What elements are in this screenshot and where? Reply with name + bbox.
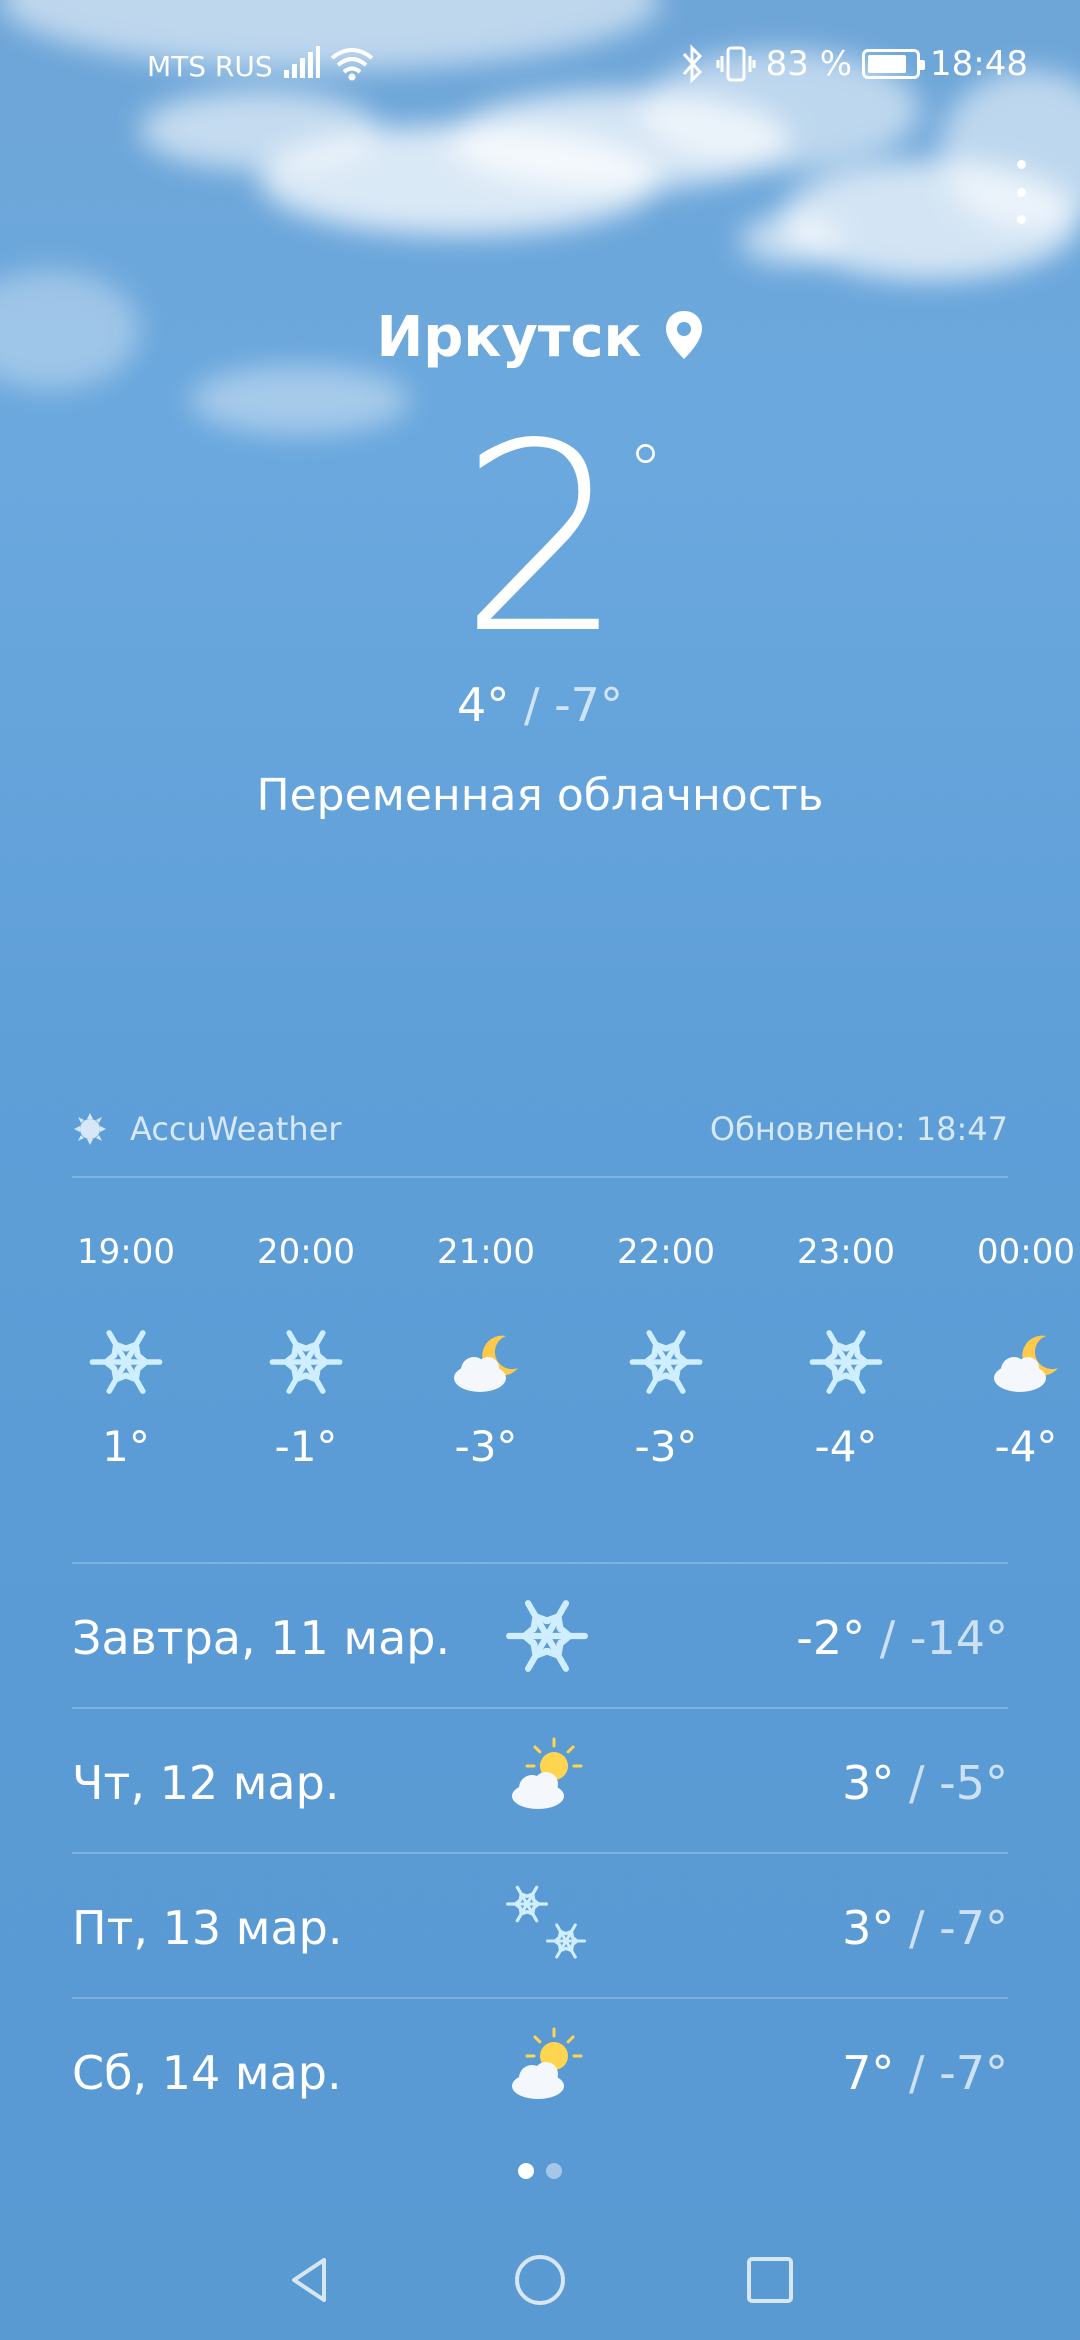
carrier-name: MTS RUS bbox=[147, 50, 273, 83]
day-high: -2° bbox=[796, 1611, 866, 1665]
hourly-item: 20:00 -1° bbox=[216, 1230, 396, 1471]
updated-time: Обновлено: 18:47 bbox=[709, 1110, 1008, 1148]
clock: 18:48 bbox=[930, 44, 1028, 84]
hour-temp: 1° bbox=[102, 1422, 150, 1471]
sun-cloud-icon bbox=[502, 1736, 592, 1826]
day-separator: / bbox=[909, 1901, 925, 1955]
current-condition: Переменная облачность bbox=[256, 770, 824, 821]
day-low: -14° bbox=[909, 1611, 1008, 1665]
hourly-item: 21:00 -3° bbox=[396, 1230, 576, 1471]
day-separator: / bbox=[909, 1756, 925, 1810]
hourly-item: 23:00 -4° bbox=[756, 1230, 936, 1471]
day-high: 3° bbox=[842, 1756, 895, 1810]
hour-temp: -3° bbox=[454, 1422, 518, 1471]
day-temps: 3° / -5° bbox=[842, 1756, 1008, 1810]
day-low: -7° bbox=[939, 2046, 1008, 2100]
hour-temp: -3° bbox=[634, 1422, 698, 1471]
page-indicator bbox=[0, 2163, 1080, 2183]
day-separator: / bbox=[879, 1611, 896, 1665]
status-bar: MTS RUS 83 % 18:48 bbox=[0, 40, 1080, 96]
day-low: -5° bbox=[939, 1756, 1008, 1810]
snow-icon bbox=[806, 1322, 886, 1402]
current-low: -7° bbox=[554, 678, 623, 732]
current-high-low: 4° / -7° bbox=[0, 678, 1080, 732]
page-dot-active[interactable] bbox=[518, 2163, 534, 2179]
hourly-item: 00:00 -4° bbox=[936, 1230, 1080, 1471]
provider-row: AccuWeather Обновлено: 18:47 bbox=[72, 1110, 1008, 1150]
divider bbox=[72, 1176, 1008, 1178]
bluetooth-icon bbox=[682, 44, 702, 84]
battery-icon bbox=[862, 49, 926, 79]
hour-time: 20:00 bbox=[257, 1232, 355, 1272]
snow-icon bbox=[86, 1322, 166, 1402]
hour-temp: -1° bbox=[274, 1422, 338, 1471]
navigation-bar bbox=[0, 2240, 1080, 2320]
status-right-group: 83 % 18:48 bbox=[680, 44, 1028, 84]
day-temps: -2° / -14° bbox=[796, 1611, 1008, 1665]
day-separator: / bbox=[909, 2046, 925, 2100]
page-dot[interactable] bbox=[546, 2163, 562, 2179]
flurries-icon bbox=[502, 1881, 592, 1971]
day-name: Пт, 13 мар. bbox=[72, 1901, 343, 1955]
city-name: Иркутск bbox=[376, 305, 642, 370]
home-icon[interactable] bbox=[510, 2250, 570, 2310]
current-temp-degree: ° bbox=[628, 430, 663, 512]
hour-time: 23:00 bbox=[797, 1232, 895, 1272]
location-pin-icon bbox=[665, 310, 702, 359]
hourly-item: 19:00 1° bbox=[36, 1230, 216, 1471]
hourly-forecast[interactable]: 19:00 1° 20:00 -1° 21:00 -3° 22:00 -3° 23:00… bbox=[0, 1230, 1080, 1530]
current-temperature: 2 ° bbox=[0, 410, 1080, 670]
daily-row[interactable]: Пт, 13 мар. 3° / -7° bbox=[72, 1853, 1008, 1999]
snow-icon bbox=[626, 1322, 706, 1402]
high-low-separator: / bbox=[523, 678, 540, 732]
day-low: -7° bbox=[939, 1901, 1008, 1955]
snow-icon bbox=[266, 1322, 346, 1402]
day-name: Сб, 14 мар. bbox=[72, 2046, 342, 2100]
current-temp-value: 2 bbox=[459, 389, 624, 691]
daily-row[interactable]: Сб, 14 мар. 7° / -7° bbox=[72, 1998, 1008, 2144]
location-title[interactable]: Иркутск bbox=[0, 305, 1080, 370]
day-temps: 7° / -7° bbox=[842, 2046, 1008, 2100]
hour-time: 00:00 bbox=[977, 1232, 1075, 1272]
day-name: Чт, 12 мар. bbox=[72, 1756, 340, 1810]
sun-cloud-icon bbox=[502, 2026, 592, 2116]
recents-icon[interactable] bbox=[740, 2250, 800, 2310]
moon-cloud-icon bbox=[986, 1322, 1066, 1402]
hour-temp: -4° bbox=[814, 1422, 878, 1471]
day-high: 7° bbox=[842, 2046, 895, 2100]
accuweather-logo-icon bbox=[74, 1113, 106, 1145]
wifi-icon bbox=[330, 48, 374, 81]
daily-row[interactable]: Завтра, 11 мар. -2° / -14° bbox=[72, 1563, 1008, 1709]
back-icon[interactable] bbox=[280, 2250, 340, 2310]
hour-temp: -4° bbox=[994, 1422, 1058, 1471]
hour-time: 22:00 bbox=[617, 1232, 715, 1272]
hourly-item: 22:00 -3° bbox=[576, 1230, 756, 1471]
snow-icon bbox=[502, 1591, 592, 1681]
day-temps: 3° / -7° bbox=[842, 1901, 1008, 1955]
provider-name: AccuWeather bbox=[130, 1110, 342, 1148]
vibrate-icon bbox=[716, 46, 756, 82]
hour-time: 19:00 bbox=[77, 1232, 175, 1272]
day-high: 3° bbox=[842, 1901, 895, 1955]
daily-row[interactable]: Чт, 12 мар. 3° / -5° bbox=[72, 1708, 1008, 1854]
day-name: Завтра, 11 мар. bbox=[72, 1611, 451, 1665]
cellular-signal-icon bbox=[284, 46, 320, 78]
more-options-icon[interactable] bbox=[1010, 160, 1032, 224]
provider-link[interactable]: AccuWeather bbox=[72, 1110, 342, 1148]
moon-cloud-icon bbox=[446, 1322, 526, 1402]
current-high: 4° bbox=[457, 678, 510, 732]
hour-time: 21:00 bbox=[437, 1232, 535, 1272]
battery-percent: 83 % bbox=[765, 44, 853, 84]
